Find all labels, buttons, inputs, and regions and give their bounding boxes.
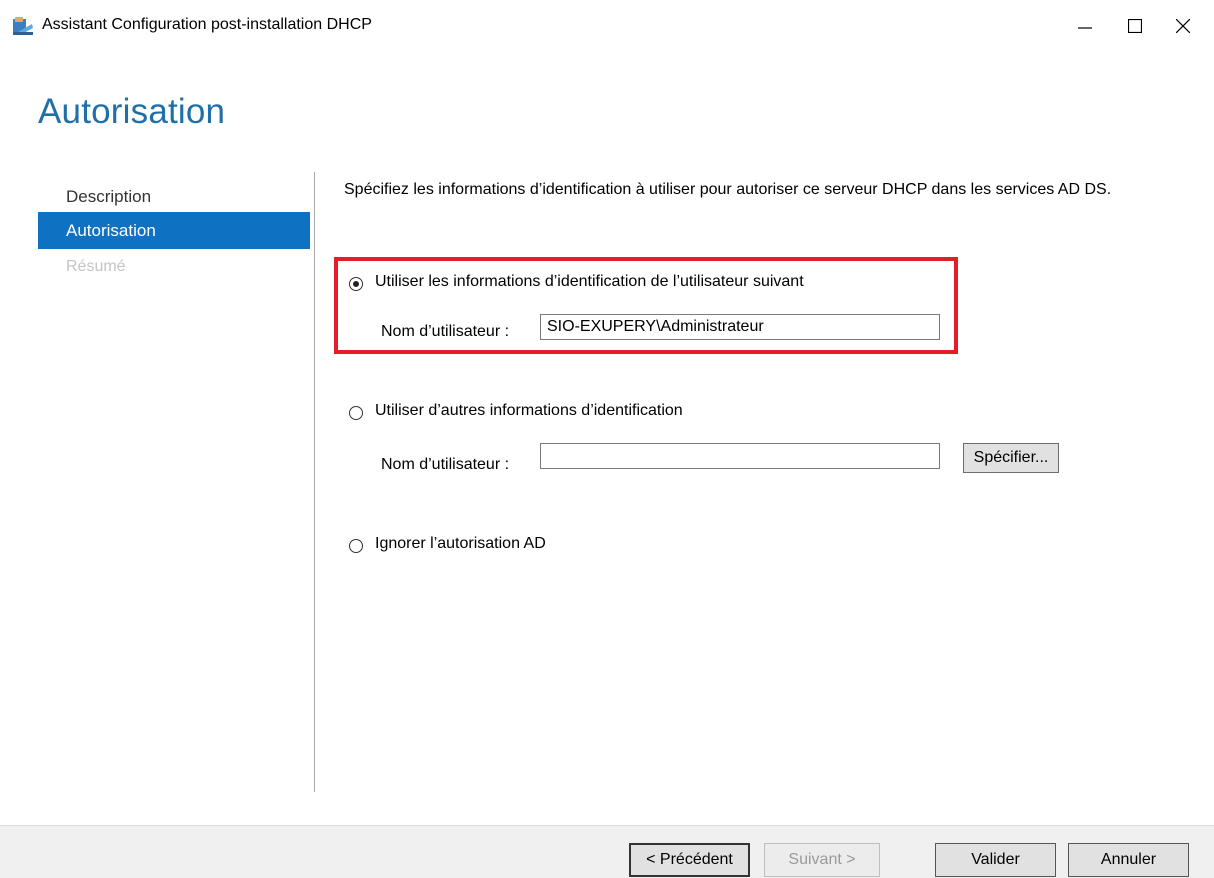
radio-selected-dot (353, 281, 359, 287)
cancel-button[interactable]: Annuler (1068, 843, 1189, 877)
nav-item-autorisation[interactable]: Autorisation (38, 212, 310, 249)
radio-other-credentials[interactable] (349, 406, 363, 420)
minimize-button[interactable] (1062, 0, 1108, 52)
nav-item-description[interactable]: Description (38, 178, 310, 215)
maximize-button[interactable] (1112, 0, 1158, 52)
previous-button[interactable]: < Précédent (629, 843, 750, 877)
radio-current-user-label[interactable]: Utiliser les informations d’identificati… (375, 273, 804, 291)
username-field-current[interactable]: SIO-EXUPERY\Administrateur (540, 314, 940, 340)
validate-button[interactable]: Valider (935, 843, 1056, 877)
username-label: Nom d’utilisateur : (381, 456, 510, 473)
radio-skip-authorization[interactable] (349, 539, 363, 553)
radio-current-user[interactable] (349, 277, 363, 291)
nav-item-resume: Résumé (66, 258, 126, 275)
close-icon (1176, 19, 1190, 33)
radio-other-credentials-label[interactable]: Utiliser d’autres informations d’identif… (375, 402, 683, 420)
specify-button[interactable]: Spécifier... (963, 443, 1059, 473)
window-title: Assistant Configuration post-installatio… (42, 16, 372, 33)
next-button[interactable]: Suivant > (764, 843, 880, 877)
maximize-icon (1128, 19, 1142, 33)
radio-skip-authorization-label[interactable]: Ignorer l’autorisation AD (375, 535, 546, 553)
close-button[interactable] (1160, 0, 1206, 52)
dhcp-wizard-icon (12, 16, 34, 36)
page-title: Autorisation (38, 92, 226, 131)
username-label: Nom d’utilisateur : (381, 323, 510, 340)
instructions-text: Spécifiez les informations d’identificat… (344, 181, 1112, 198)
minimize-icon (1078, 27, 1092, 29)
vertical-divider (314, 172, 315, 792)
username-field-other[interactable] (540, 443, 940, 469)
